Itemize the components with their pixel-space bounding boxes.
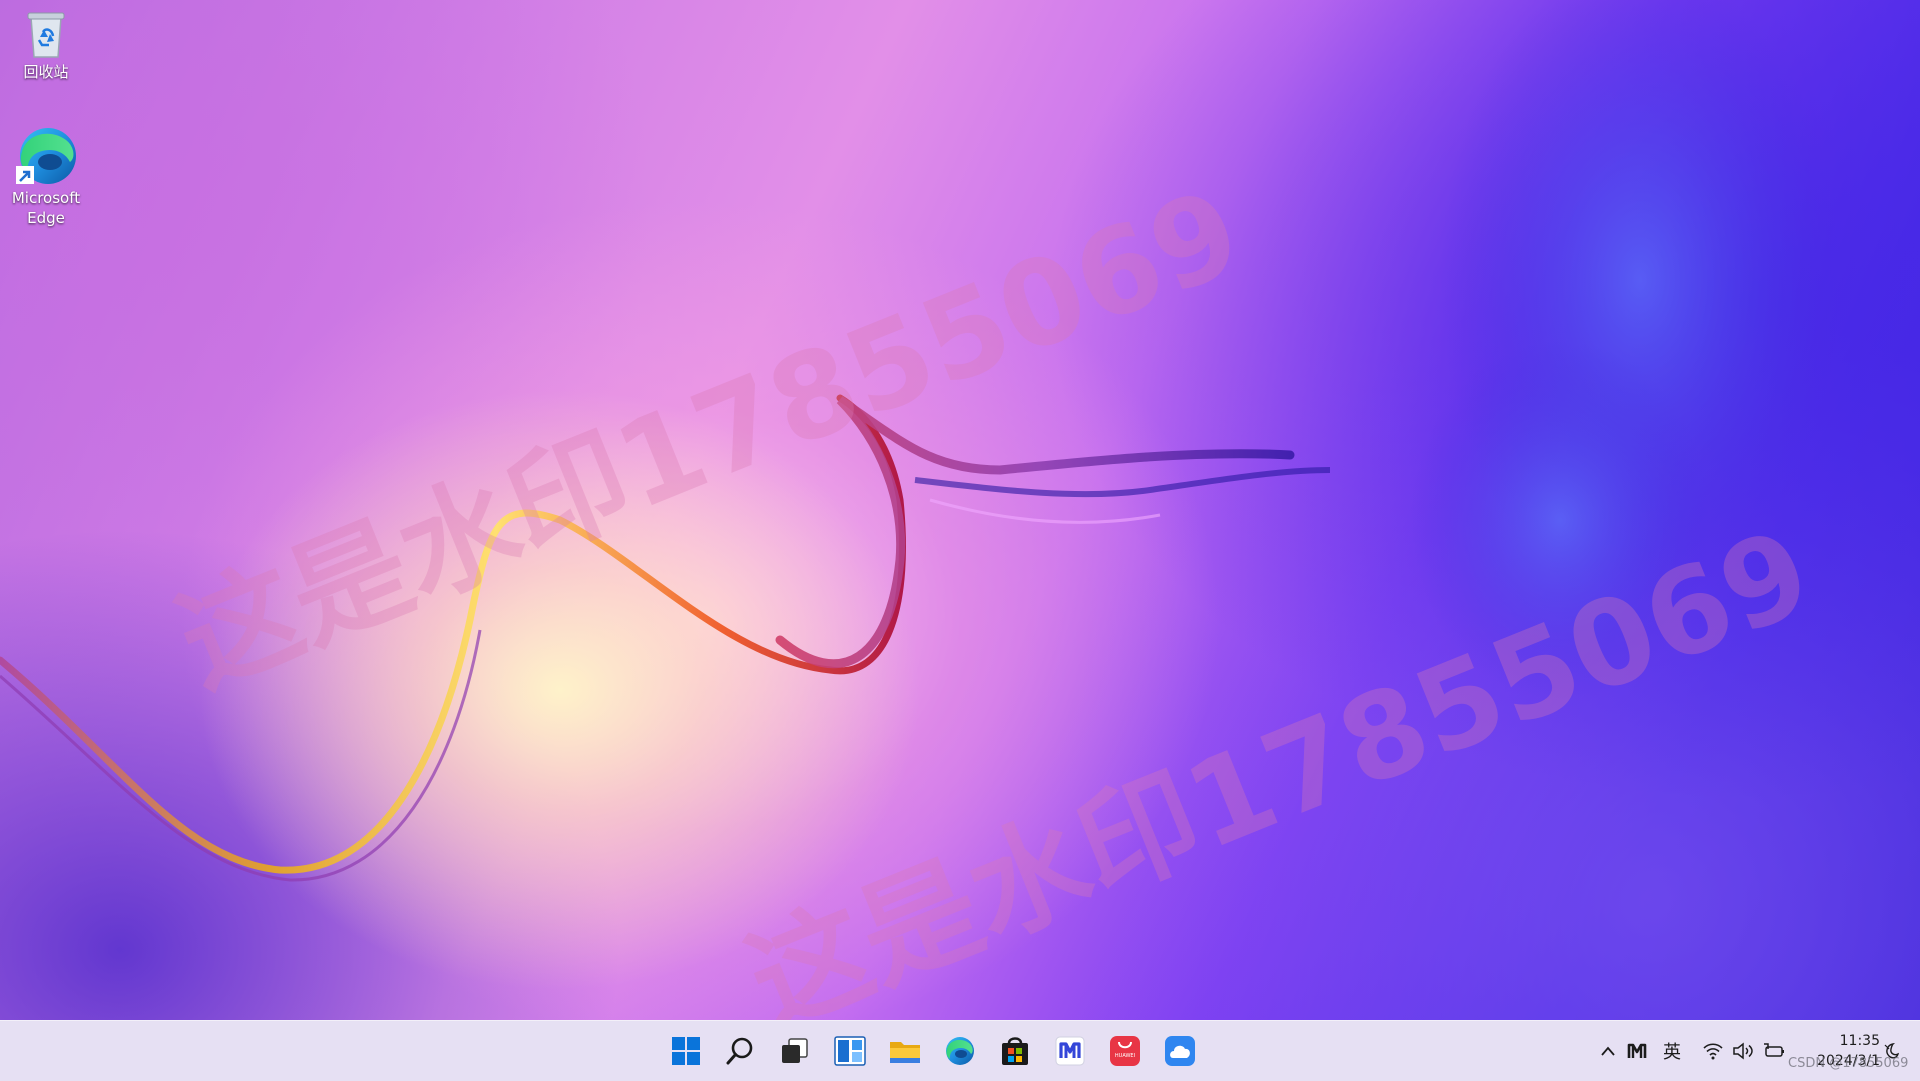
start-button[interactable]	[664, 1029, 708, 1073]
csdn-credit-watermark: CSDN @17855069	[1788, 1056, 1909, 1071]
widgets-icon	[834, 1036, 866, 1066]
tray-battery[interactable]	[1760, 1021, 1788, 1081]
edge-icon	[16, 128, 76, 184]
huawei-icon	[1110, 1036, 1140, 1066]
file-explorer-button[interactable]	[883, 1029, 927, 1073]
cloud-icon	[1165, 1036, 1195, 1066]
wifi-icon	[1703, 1043, 1723, 1060]
store-icon	[1002, 1037, 1028, 1065]
ime-indicator[interactable]: 英	[1658, 1021, 1686, 1081]
battery-icon	[1764, 1043, 1784, 1057]
tray-m-app[interactable]	[1624, 1021, 1650, 1081]
tray-volume[interactable]	[1730, 1021, 1756, 1081]
desktop-background[interactable]: 这是水印17855069 这是水印17855069 回收站 Microsoft …	[0, 0, 1920, 1020]
store-button[interactable]	[993, 1029, 1037, 1073]
recycle-bin-icon	[27, 12, 65, 58]
task-view-icon	[782, 1038, 808, 1063]
huawei-badge-text: HUAWEI	[1114, 1053, 1136, 1059]
wallpaper-swirl	[0, 0, 1840, 882]
tray-overflow-button[interactable]	[1596, 1021, 1620, 1081]
chevron-up-icon	[1601, 1046, 1615, 1056]
notification-button[interactable]	[1876, 1021, 1906, 1081]
taskbar: HUAWEI 英 11:35 2024/3/1	[0, 1020, 1920, 1081]
task-view-button[interactable]	[773, 1029, 817, 1073]
recycle-bin-label: 回收站	[23, 63, 69, 81]
recycle-bin-shortcut[interactable]: 回收站	[4, 8, 88, 82]
edge-shortcut-label: Microsoft Edge	[11, 189, 81, 227]
search-icon	[726, 1037, 753, 1065]
search-button[interactable]	[718, 1029, 762, 1073]
edge-icon	[946, 1037, 974, 1065]
edge-shortcut[interactable]: Microsoft Edge	[4, 126, 88, 228]
tray-wifi[interactable]	[1700, 1021, 1726, 1081]
volume-icon	[1733, 1042, 1753, 1060]
huawei-appgallery-button[interactable]: HUAWEI	[1103, 1029, 1147, 1073]
widgets-button[interactable]	[828, 1029, 872, 1073]
windows-logo-icon	[672, 1037, 700, 1065]
cloud-app-button[interactable]	[1158, 1029, 1202, 1073]
edge-taskbar-button[interactable]	[938, 1029, 982, 1073]
folder-icon	[890, 1042, 920, 1063]
m-tray-icon	[1627, 1043, 1647, 1058]
m-app-button[interactable]	[1048, 1029, 1092, 1073]
m-app-icon	[1055, 1036, 1085, 1066]
clock-time: 11:35	[1839, 1033, 1880, 1049]
